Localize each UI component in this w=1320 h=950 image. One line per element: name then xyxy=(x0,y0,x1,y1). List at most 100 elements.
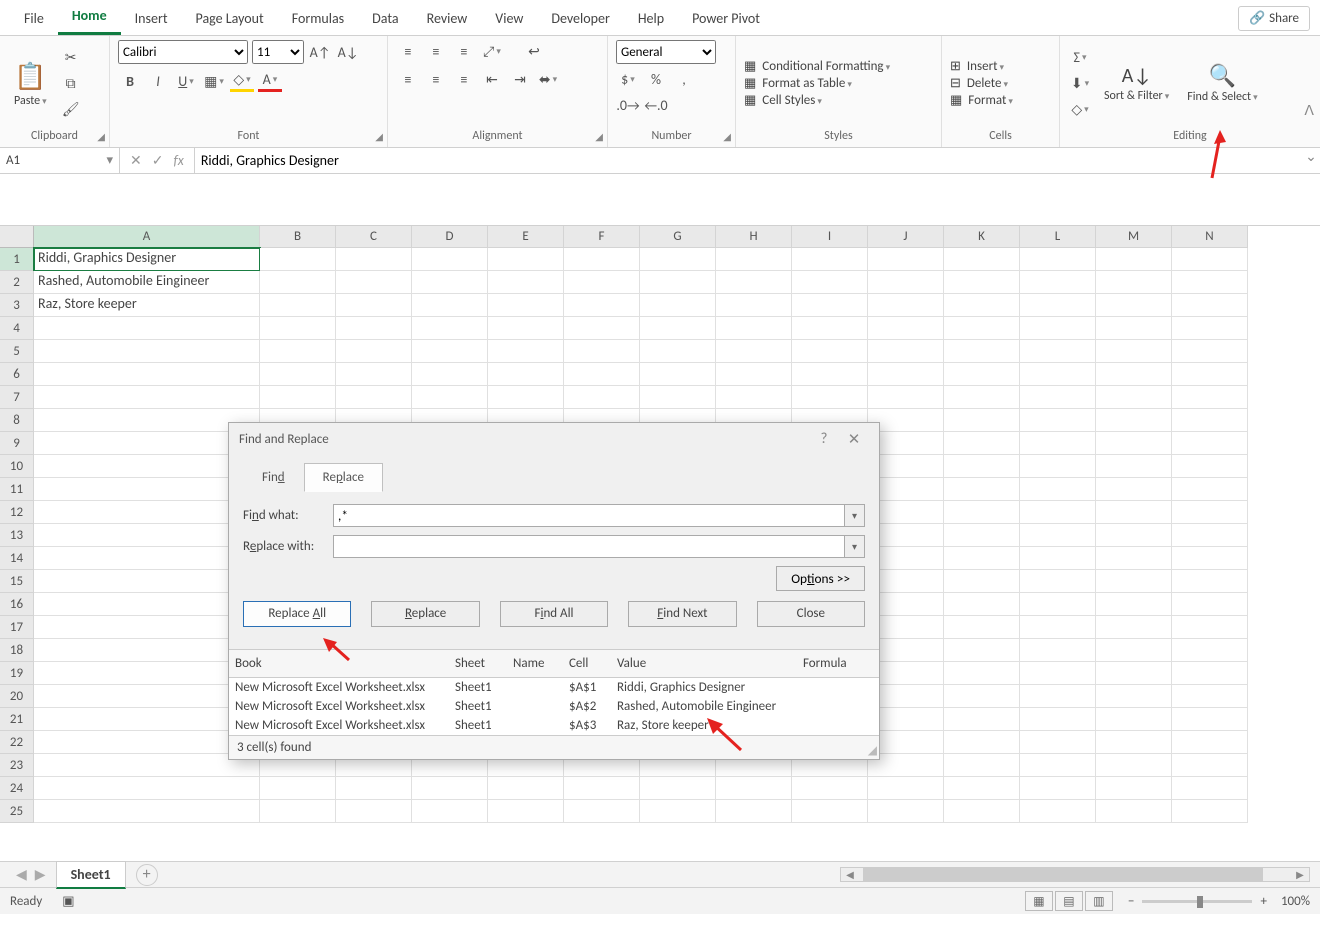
share-button[interactable]: 🔗 Share xyxy=(1238,6,1310,31)
cell-B5[interactable] xyxy=(260,340,336,363)
increase-font-button[interactable]: A↑ xyxy=(308,41,332,63)
tab-formulas[interactable]: Formulas xyxy=(278,2,358,35)
cell-A25[interactable] xyxy=(34,800,260,823)
cell-N23[interactable] xyxy=(1172,754,1248,777)
scroll-left-icon[interactable]: ◀ xyxy=(841,868,859,881)
row-header-20[interactable]: 20 xyxy=(0,685,34,708)
cell-K15[interactable] xyxy=(944,570,1020,593)
comma-format-button[interactable]: , xyxy=(672,68,696,90)
hdr-sheet[interactable]: Sheet xyxy=(449,654,507,673)
cell-N19[interactable] xyxy=(1172,662,1248,685)
cell-L18[interactable] xyxy=(1020,639,1096,662)
row-header-6[interactable]: 6 xyxy=(0,363,34,386)
cell-N10[interactable] xyxy=(1172,455,1248,478)
cell-F25[interactable] xyxy=(564,800,640,823)
cell-I24[interactable] xyxy=(792,777,868,800)
row-header-16[interactable]: 16 xyxy=(0,593,34,616)
cell-B3[interactable] xyxy=(260,294,336,317)
cell-F2[interactable] xyxy=(564,271,640,294)
cell-A16[interactable] xyxy=(34,593,260,616)
result-row[interactable]: New Microsoft Excel Worksheet.xlsxSheet1… xyxy=(229,716,879,735)
close-icon[interactable]: ✕ xyxy=(839,430,869,449)
cell-N15[interactable] xyxy=(1172,570,1248,593)
cell-E7[interactable] xyxy=(488,386,564,409)
formula-input[interactable] xyxy=(195,148,1302,173)
cell-G24[interactable] xyxy=(640,777,716,800)
cell-M5[interactable] xyxy=(1096,340,1172,363)
cell-N6[interactable] xyxy=(1172,363,1248,386)
autosum-button[interactable]: Σ xyxy=(1068,47,1092,69)
cell-D2[interactable] xyxy=(412,271,488,294)
cell-N22[interactable] xyxy=(1172,731,1248,754)
resize-grip-icon[interactable]: ◢ xyxy=(868,743,877,758)
row-header-25[interactable]: 25 xyxy=(0,800,34,823)
find-what-history-icon[interactable]: ▾ xyxy=(845,504,865,527)
cell-A20[interactable] xyxy=(34,685,260,708)
cell-L3[interactable] xyxy=(1020,294,1096,317)
cell-M10[interactable] xyxy=(1096,455,1172,478)
cell-H7[interactable] xyxy=(716,386,792,409)
format-painter-button[interactable]: 🖌 xyxy=(59,99,83,121)
cell-G2[interactable] xyxy=(640,271,716,294)
hdr-formula[interactable]: Formula xyxy=(797,654,867,673)
cell-K23[interactable] xyxy=(944,754,1020,777)
cell-K12[interactable] xyxy=(944,501,1020,524)
cell-L4[interactable] xyxy=(1020,317,1096,340)
tab-file[interactable]: File xyxy=(10,2,58,35)
cell-N1[interactable] xyxy=(1172,248,1248,271)
cell-E3[interactable] xyxy=(488,294,564,317)
sheet-tab-sheet1[interactable]: Sheet1 xyxy=(56,861,126,889)
row-header-9[interactable]: 9 xyxy=(0,432,34,455)
tab-help[interactable]: Help xyxy=(624,2,678,35)
cell-C1[interactable] xyxy=(336,248,412,271)
cell-styles-button[interactable]: ▦Cell Styles xyxy=(744,93,890,108)
row-header-24[interactable]: 24 xyxy=(0,777,34,800)
cell-K11[interactable] xyxy=(944,478,1020,501)
result-row[interactable]: New Microsoft Excel Worksheet.xlsxSheet1… xyxy=(229,678,879,697)
enter-icon[interactable]: ✓ xyxy=(152,152,164,169)
col-header-G[interactable]: G xyxy=(640,226,716,248)
cell-A7[interactable] xyxy=(34,386,260,409)
clipboard-launcher-icon[interactable]: ◢ xyxy=(97,130,105,143)
expand-formula-bar-icon[interactable]: ⌄ xyxy=(1302,148,1320,173)
cell-J3[interactable] xyxy=(868,294,944,317)
cell-A24[interactable] xyxy=(34,777,260,800)
cell-I5[interactable] xyxy=(792,340,868,363)
cell-A12[interactable] xyxy=(34,501,260,524)
align-right-button[interactable]: ≡ xyxy=(452,68,476,90)
cell-L21[interactable] xyxy=(1020,708,1096,731)
cell-M1[interactable] xyxy=(1096,248,1172,271)
cell-C25[interactable] xyxy=(336,800,412,823)
replace-with-history-icon[interactable]: ▾ xyxy=(845,535,865,558)
cell-H6[interactable] xyxy=(716,363,792,386)
cell-G4[interactable] xyxy=(640,317,716,340)
cell-J6[interactable] xyxy=(868,363,944,386)
cell-L11[interactable] xyxy=(1020,478,1096,501)
cell-M24[interactable] xyxy=(1096,777,1172,800)
cell-A4[interactable] xyxy=(34,317,260,340)
align-middle-button[interactable]: ≡ xyxy=(424,40,448,62)
underline-button[interactable]: U xyxy=(174,70,198,92)
cell-L24[interactable] xyxy=(1020,777,1096,800)
cell-M23[interactable] xyxy=(1096,754,1172,777)
tab-page-layout[interactable]: Page Layout xyxy=(182,2,278,35)
font-size-select[interactable]: 11 xyxy=(252,40,304,64)
cell-N24[interactable] xyxy=(1172,777,1248,800)
fill-button[interactable]: ⬇ xyxy=(1068,73,1092,95)
cell-B25[interactable] xyxy=(260,800,336,823)
cell-N18[interactable] xyxy=(1172,639,1248,662)
cell-I4[interactable] xyxy=(792,317,868,340)
cell-F1[interactable] xyxy=(564,248,640,271)
cell-N12[interactable] xyxy=(1172,501,1248,524)
cell-K19[interactable] xyxy=(944,662,1020,685)
cell-N25[interactable] xyxy=(1172,800,1248,823)
row-header-22[interactable]: 22 xyxy=(0,731,34,754)
cell-I6[interactable] xyxy=(792,363,868,386)
decrease-indent-button[interactable]: ⇤ xyxy=(480,68,504,90)
normal-view-button[interactable]: ▦ xyxy=(1025,891,1053,911)
cell-M3[interactable] xyxy=(1096,294,1172,317)
alignment-launcher-icon[interactable]: ◢ xyxy=(595,130,603,143)
cell-L19[interactable] xyxy=(1020,662,1096,685)
italic-button[interactable]: I xyxy=(146,70,170,92)
cell-L5[interactable] xyxy=(1020,340,1096,363)
